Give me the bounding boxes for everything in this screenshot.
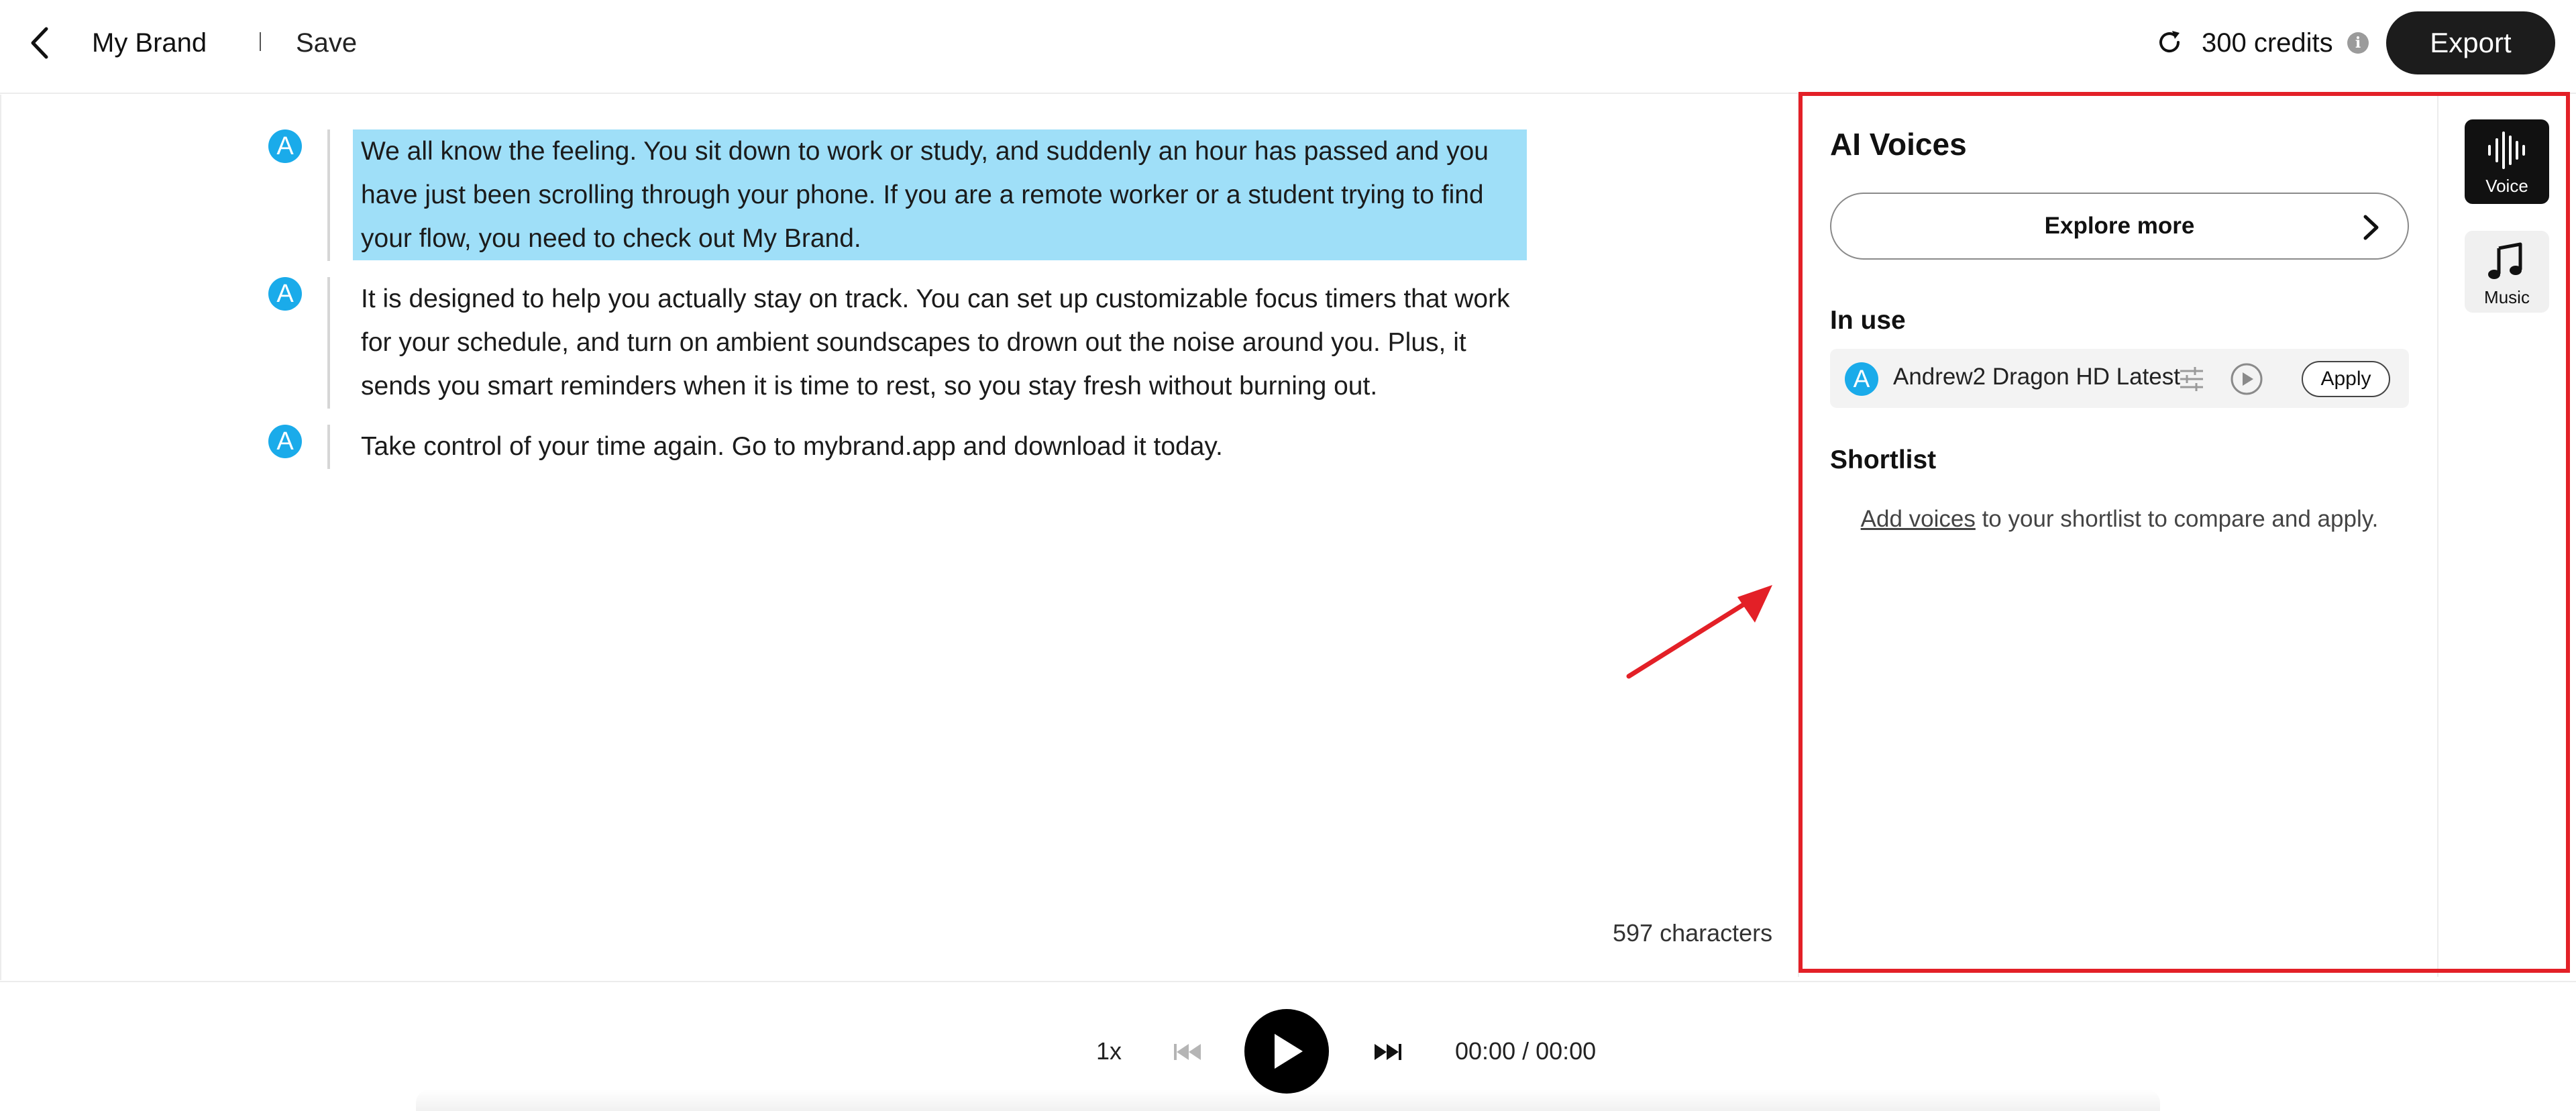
- paragraph-text[interactable]: It is designed to help you actually stay…: [353, 277, 1527, 408]
- time-display: 00:00 / 00:00: [1455, 1037, 1597, 1065]
- save-button[interactable]: Save: [296, 28, 357, 58]
- voice-tab[interactable]: Voice: [2465, 119, 2549, 204]
- paragraph-text[interactable]: Take control of your time again. Go to m…: [353, 425, 1527, 468]
- voice-avatar: A: [1845, 362, 1878, 396]
- music-tab-label: Music: [2484, 287, 2530, 307]
- script-paragraph[interactable]: A We all know the feeling. You sit down …: [268, 129, 1529, 261]
- speaker-avatar[interactable]: A: [268, 129, 302, 163]
- skip-forward-icon[interactable]: [1372, 1039, 1405, 1065]
- project-title[interactable]: My Brand: [92, 28, 207, 58]
- waveform-icon: [2488, 131, 2525, 169]
- export-button[interactable]: Export: [2386, 11, 2555, 74]
- paragraph-bar: [327, 425, 330, 469]
- back-chevron-icon: [31, 27, 48, 59]
- chevron-right-icon: [2363, 215, 2379, 240]
- shortlist-heading: Shortlist: [1830, 445, 1937, 474]
- sliders-icon[interactable]: [2178, 365, 2206, 393]
- in-use-voice-row[interactable]: A Andrew2 Dragon HD Latest Apply: [1830, 349, 2409, 408]
- preview-play-icon[interactable]: [2230, 362, 2263, 396]
- voice-name: Andrew2 Dragon HD Latest: [1893, 364, 2180, 390]
- voice-tab-label: Voice: [2485, 176, 2528, 196]
- speaker-avatar[interactable]: A: [268, 425, 302, 458]
- music-note-icon: [2488, 242, 2522, 279]
- script-editor[interactable]: A We all know the feeling. You sit down …: [0, 95, 1798, 980]
- top-toolbar: My Brand Save 300 credits i Export: [0, 0, 2576, 94]
- paragraph-bar: [327, 129, 330, 261]
- play-button[interactable]: [1244, 1009, 1329, 1094]
- back-button[interactable]: [24, 25, 54, 60]
- paragraph-text-selected[interactable]: We all know the feeling. You sit down to…: [353, 129, 1527, 260]
- character-count: 597 characters: [1613, 919, 1773, 947]
- paragraph-bar: [327, 277, 330, 409]
- apply-button[interactable]: Apply: [2302, 361, 2390, 397]
- add-voices-link[interactable]: Add voices: [1861, 506, 1976, 532]
- script-paragraph[interactable]: A It is designed to help you actually st…: [268, 277, 1529, 409]
- playback-speed-button[interactable]: 1x: [1096, 1037, 1122, 1065]
- info-icon[interactable]: i: [2347, 32, 2369, 54]
- shortlist-empty-hint: Add voices to your shortlist to compare …: [1830, 506, 2409, 533]
- music-tab[interactable]: Music: [2465, 231, 2549, 313]
- panel-title: AI Voices: [1830, 127, 1967, 162]
- skip-back-icon[interactable]: [1170, 1039, 1203, 1065]
- script-paragraph[interactable]: A Take control of your time again. Go to…: [268, 425, 1529, 469]
- speaker-avatar[interactable]: A: [268, 277, 302, 311]
- voice-panel: AI Voices Explore more In use A Andrew2 …: [1798, 94, 2438, 977]
- in-use-heading: In use: [1830, 306, 1906, 335]
- shortlist-hint-text: to your shortlist to compare and apply.: [1975, 506, 2379, 532]
- credits-balance: 300 credits: [2202, 28, 2333, 58]
- explore-more-label: Explore more: [2044, 213, 2195, 239]
- playback-bar: 1x 00:00 / 00:00: [0, 981, 2576, 1111]
- explore-more-button[interactable]: Explore more: [1830, 193, 2409, 260]
- refresh-icon[interactable]: [2156, 29, 2183, 56]
- header-divider: [260, 32, 261, 51]
- play-icon: [1275, 1034, 1303, 1069]
